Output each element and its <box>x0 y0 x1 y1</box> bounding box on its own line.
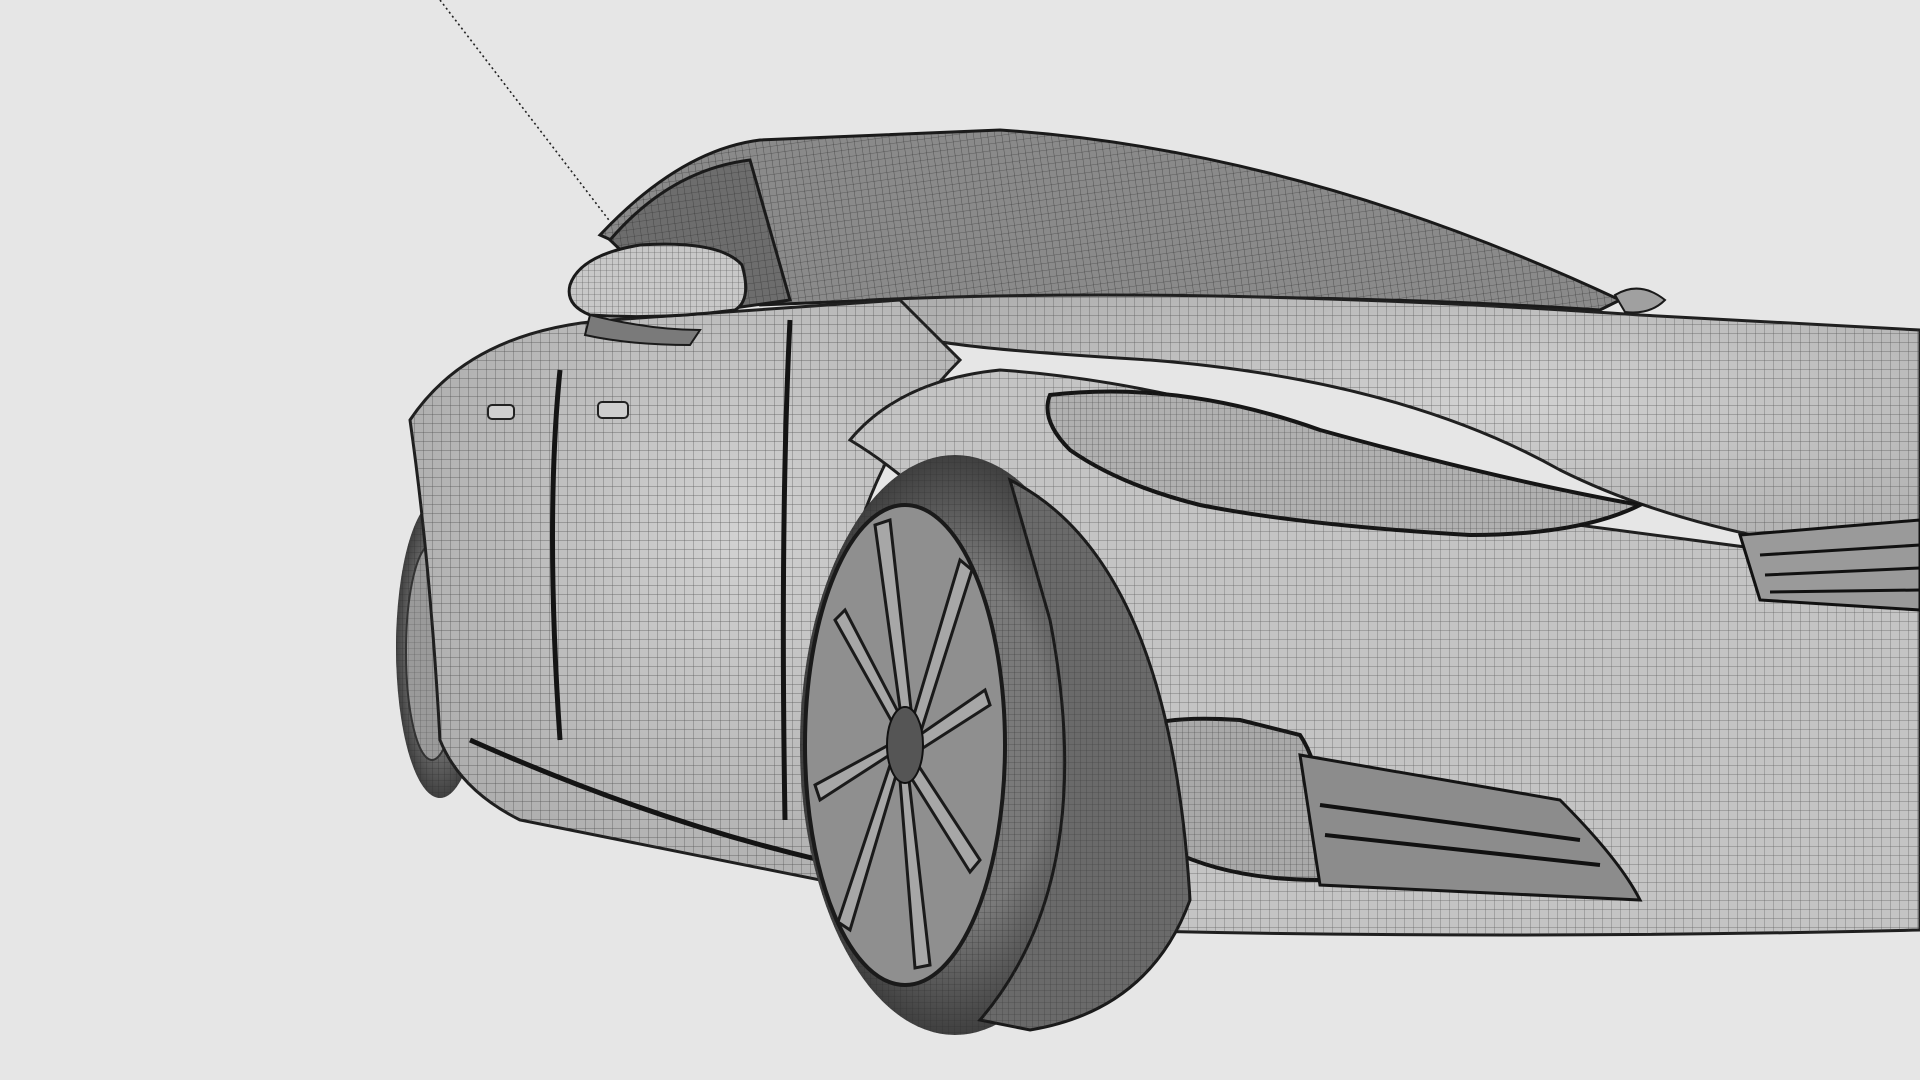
roof-nub <box>1613 287 1667 314</box>
viewport-canvas <box>396 0 1920 1035</box>
nose-grille <box>1738 518 1920 612</box>
front-door-handle <box>597 401 629 419</box>
3d-viewport[interactable] <box>0 0 1920 1080</box>
rear-door-handle <box>487 404 515 420</box>
dotted-guide-line <box>439 0 616 229</box>
